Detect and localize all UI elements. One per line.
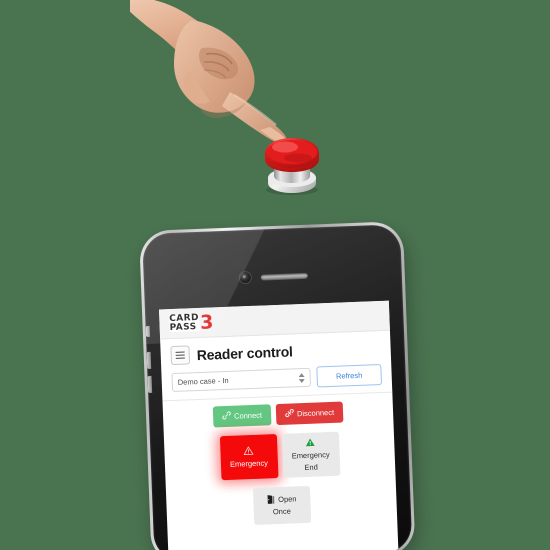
- emergency-end-button-label-line1: Emergency: [291, 450, 330, 461]
- chevron-updown-icon: [298, 372, 305, 383]
- emergency-button[interactable]: Emergency: [219, 434, 279, 481]
- open-once-button-label-line1: Open: [278, 494, 297, 505]
- hand-and-pushbutton-illustration: [0, 0, 550, 230]
- hamburger-menu-icon[interactable]: [170, 345, 191, 366]
- emergency-push-button-icon: [265, 138, 319, 195]
- open-once-button-label-line2: Once: [272, 506, 291, 517]
- connect-button-label: Connect: [233, 410, 263, 421]
- refresh-button[interactable]: Refresh: [316, 364, 383, 388]
- smartphone-device: CARD PASS 3 Reader control Demo case - I…: [136, 217, 425, 550]
- logo-line-2: PASS: [169, 322, 200, 333]
- pointing-hand-icon: [130, 0, 287, 144]
- earpiece-speaker-icon: [260, 272, 308, 281]
- warning-triangle-icon: [243, 446, 254, 457]
- door-icon: [266, 494, 275, 507]
- reader-select[interactable]: Demo case - In: [171, 367, 312, 393]
- open-once-button[interactable]: Open Once: [252, 485, 311, 526]
- mute-switch[interactable]: [145, 325, 151, 338]
- page-title: Reader control: [196, 342, 293, 363]
- warning-triangle-icon: [305, 438, 315, 450]
- emergency-buttons-row: Emergency Emergency End: [164, 430, 396, 483]
- disconnect-button[interactable]: Disconnect: [275, 401, 344, 426]
- volume-up-button[interactable]: [146, 351, 152, 369]
- reader-select-value: Demo case - In: [177, 375, 229, 387]
- connection-buttons-row: Connect Disconnect: [163, 400, 394, 430]
- emergency-end-button[interactable]: Emergency End: [281, 431, 340, 478]
- link-icon: [222, 411, 231, 422]
- emergency-end-button-label-line2: End: [304, 462, 318, 472]
- phone-top-bezel: [142, 224, 403, 310]
- front-camera-icon: [239, 271, 252, 284]
- phone-body: CARD PASS 3 Reader control Demo case - I…: [142, 224, 413, 550]
- broken-link-icon: [285, 408, 294, 419]
- logo-numeral: 3: [199, 311, 214, 334]
- emergency-button-label: Emergency: [229, 458, 269, 469]
- open-once-row: Open Once: [166, 483, 397, 529]
- disconnect-button-label: Disconnect: [296, 407, 335, 419]
- volume-down-button[interactable]: [147, 375, 153, 393]
- phone-screen: CARD PASS 3 Reader control Demo case - I…: [158, 300, 399, 550]
- scene-root: CARD PASS 3 Reader control Demo case - I…: [0, 0, 550, 550]
- cardpass-logo: CARD PASS 3: [169, 311, 214, 334]
- connect-button[interactable]: Connect: [212, 404, 272, 428]
